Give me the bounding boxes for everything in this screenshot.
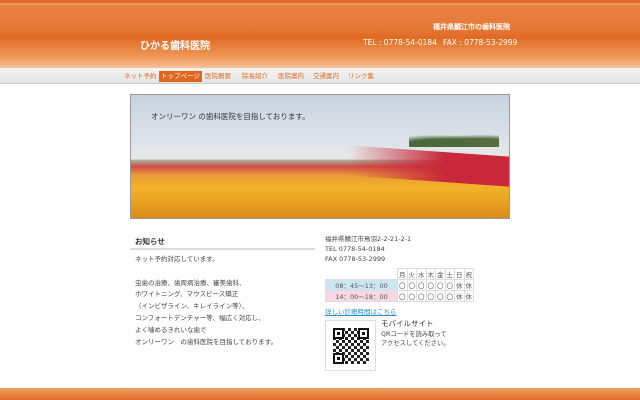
hero-trees [409, 133, 499, 147]
nav-top-page[interactable]: トップページ [159, 71, 202, 82]
nav-clinic-guide[interactable]: 医院案内 [276, 71, 306, 82]
hours-mark: 〇 [425, 290, 436, 302]
day-header: 金 [435, 268, 446, 280]
qr-finder [358, 328, 369, 339]
hours-mark: 〇 [416, 290, 427, 302]
nav-links[interactable]: リンク集 [346, 71, 376, 82]
hours-mark: 休 [454, 279, 465, 291]
site-title[interactable]: ひかる歯科医院 [140, 37, 210, 52]
news-divider [130, 248, 315, 250]
day-header: 日 [454, 268, 465, 280]
hours-mark: 休 [454, 290, 465, 302]
hours-mark: 〇 [416, 279, 427, 291]
contact-info: 福井県鯖江市鳥羽2-2-21-2-1 TEL 0778-54-0184 FAX … [325, 234, 411, 264]
hours-mark: 〇 [397, 290, 408, 302]
nav-online-booking[interactable]: ネット予約 [122, 71, 159, 82]
hours-mark: 休 [463, 279, 474, 291]
hours-mark: 休 [463, 290, 474, 302]
news-heading: お知らせ [135, 237, 165, 246]
day-header: 火 [406, 268, 417, 280]
main-nav: ネット予約 トップページ 医院概要 院長紹介 医院案内 交通案内 リンク集 [0, 68, 640, 84]
hero-image: オンリーワン の歯科医院を目指しております。 [130, 94, 510, 219]
header: ひかる歯科医院 福井県鯖江市の歯科医院 TEL : 0778-54-0184 F… [0, 0, 640, 68]
hours-mark: 〇 [406, 290, 417, 302]
day-header: 土 [444, 268, 455, 280]
hours-mark: 〇 [435, 290, 446, 302]
header-tel: TEL : 0778-54-0184 [363, 38, 437, 47]
hours-mark: 〇 [444, 279, 455, 291]
header-fax: FAX : 0778-53-2999 [443, 38, 518, 47]
mobile-site-text: QRコードを読み取って アクセスしてください。 [381, 331, 450, 347]
mobile-site-title: モバイルサイト [381, 319, 434, 328]
hours-mark: 〇 [425, 279, 436, 291]
day-header: 水 [416, 268, 427, 280]
hours-table: 月 火 水 木 金 土 日 祝 08：45〜13：00 〇 〇 〇 〇 〇 〇 … [325, 268, 474, 302]
day-header: 月 [397, 268, 408, 280]
footer-bar [0, 388, 640, 400]
hours-row: 14：00〜18：00 〇 〇 〇 〇 〇 〇 休 休 [325, 290, 474, 302]
nav-access[interactable]: 交通案内 [311, 71, 341, 82]
address: 福井県鯖江市鳥羽2-2-21-2-1 [325, 235, 412, 243]
contact-tel: TEL 0778-54-0184 [325, 245, 385, 253]
time-slot: 14：00〜18：00 [325, 290, 398, 302]
nav-clinic-overview[interactable]: 医院概要 [203, 71, 233, 82]
day-header: 木 [425, 268, 436, 280]
contact-fax: FAX 0778-53-2999 [325, 255, 386, 263]
qr-finder [333, 353, 344, 364]
hours-mark: 〇 [444, 290, 455, 302]
hours-detail-link[interactable]: 詳しい診療時間はこちら [325, 306, 397, 316]
nav-director[interactable]: 院長紹介 [240, 71, 270, 82]
hours-mark: 〇 [435, 279, 446, 291]
qr-finder [333, 328, 344, 339]
news-body: ネット予約対応しています。 虫歯の治療、歯周病治療、審美歯科、 ホワイトニング、… [135, 255, 277, 346]
hours-mark: 〇 [397, 279, 408, 291]
hero-caption: オンリーワン の歯科医院を目指しております。 [151, 112, 310, 121]
header-tagline: 福井県鯖江市の歯科医院 [433, 23, 510, 31]
hours-row: 08：45〜13：00 〇 〇 〇 〇 〇 〇 休 休 [325, 279, 474, 291]
hours-mark: 〇 [406, 279, 417, 291]
top-border [0, 0, 640, 3]
hero-red-flowers [349, 145, 509, 187]
time-slot: 08：45〜13：00 [325, 279, 398, 291]
day-header: 祝 [463, 268, 474, 280]
qr-code [325, 320, 376, 371]
hours-corner [326, 269, 398, 280]
